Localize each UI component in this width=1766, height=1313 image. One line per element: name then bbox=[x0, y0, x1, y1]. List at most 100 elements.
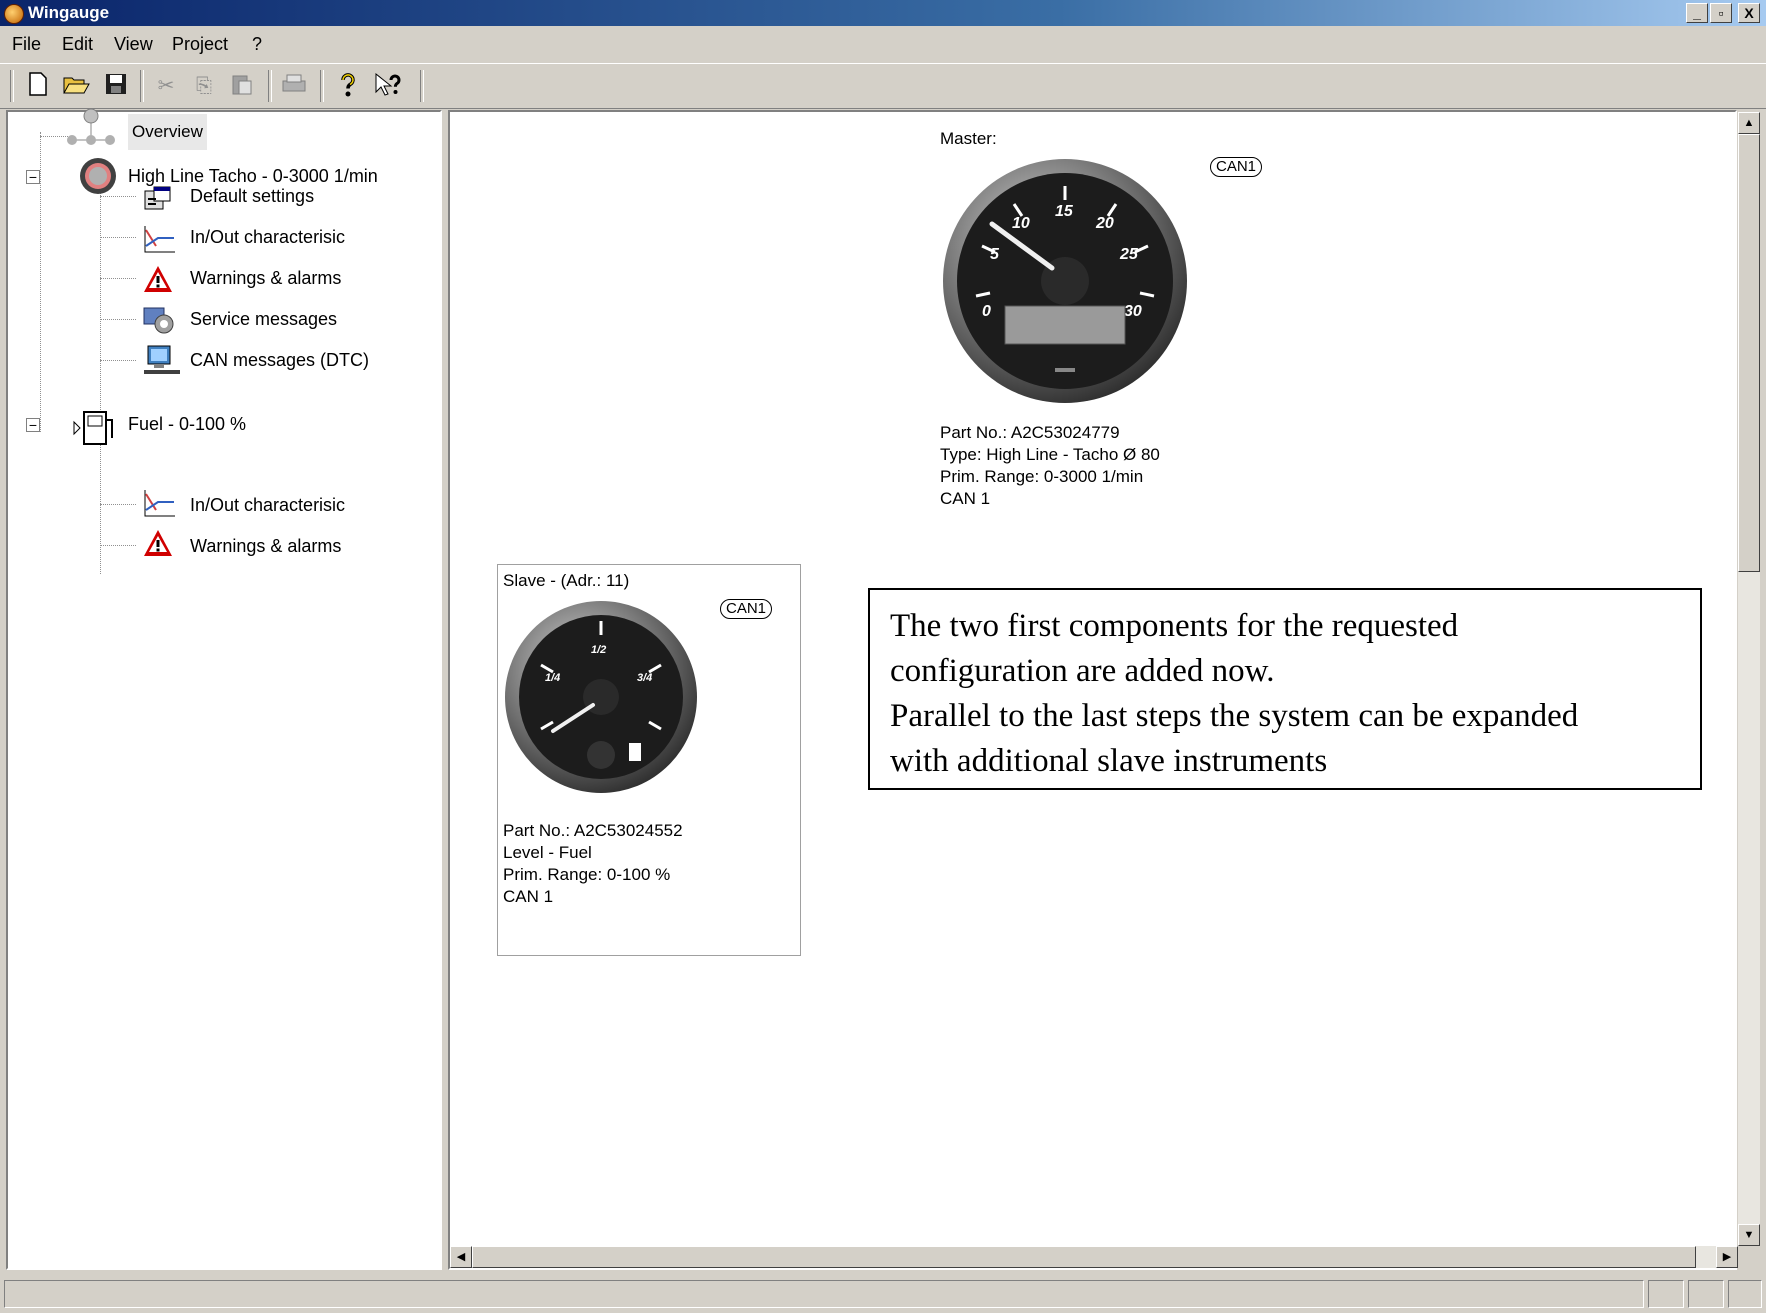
master-range: Prim. Range: 0-3000 1/min bbox=[940, 467, 1144, 486]
tacho-tick-label: 30 bbox=[1124, 303, 1142, 320]
tree-item-inout-master[interactable]: In/Out characterisic bbox=[190, 219, 345, 255]
tree-connector bbox=[100, 504, 136, 505]
tree-item-overview[interactable]: Overview bbox=[128, 114, 207, 150]
tacho-tick-label: 15 bbox=[1055, 203, 1074, 220]
app-icon[interactable] bbox=[4, 4, 24, 24]
tacho-gauge[interactable]: 0 5 10 15 20 25 30 bbox=[940, 156, 1190, 406]
context-help-icon[interactable] bbox=[372, 72, 406, 100]
save-icon[interactable] bbox=[102, 72, 130, 100]
callout-line: with additional slave instruments bbox=[890, 743, 1328, 779]
maximize-button[interactable]: ▫ bbox=[1710, 3, 1732, 23]
scroll-down-button[interactable]: ▼ bbox=[1738, 1224, 1760, 1246]
horizontal-scrollbar[interactable]: ◀ ▶ bbox=[450, 1246, 1738, 1268]
tree-connector bbox=[100, 278, 136, 279]
can-computer-icon bbox=[142, 344, 182, 374]
collapse-toggle-master[interactable]: − bbox=[26, 170, 40, 184]
menu-help[interactable]: ? bbox=[252, 34, 262, 55]
menu-bar: File Edit View Project ? bbox=[0, 28, 1766, 60]
cut-icon[interactable]: ✂ bbox=[152, 72, 180, 100]
tacho-tick-label: 0 bbox=[982, 303, 991, 320]
toolbar: ✂ ⎘ bbox=[0, 63, 1766, 109]
network-icon bbox=[64, 108, 118, 152]
tree-connector bbox=[100, 196, 136, 197]
tree-connector bbox=[100, 360, 136, 361]
close-button[interactable]: X bbox=[1738, 3, 1760, 23]
gauge-icon bbox=[78, 156, 118, 196]
tree-connector bbox=[100, 444, 101, 574]
menu-file[interactable]: File bbox=[12, 34, 41, 55]
paste-icon[interactable] bbox=[228, 72, 256, 100]
master-info: Part No.: A2C53024779 Type: High Line - … bbox=[940, 422, 1160, 510]
slave-type: Level - Fuel bbox=[503, 843, 592, 862]
new-icon[interactable] bbox=[24, 72, 52, 100]
scroll-up-button[interactable]: ▲ bbox=[1738, 112, 1760, 134]
slave-part-no: Part No.: A2C53024552 bbox=[503, 821, 683, 840]
vertical-scroll-thumb[interactable] bbox=[1738, 134, 1760, 572]
master-heading: Master: bbox=[940, 129, 997, 148]
tree-item-service-messages[interactable]: Service messages bbox=[190, 301, 337, 337]
scroll-right-button[interactable]: ▶ bbox=[1716, 1246, 1738, 1268]
tree-item-inout-slave[interactable]: In/Out characterisic bbox=[190, 487, 345, 523]
can-badge-master: CAN1 bbox=[1210, 157, 1263, 177]
tree-item-warnings-slave[interactable]: Warnings & alarms bbox=[190, 528, 341, 564]
warning-icon bbox=[142, 264, 172, 294]
callout-line: Parallel to the last steps the system ca… bbox=[890, 698, 1579, 734]
slave-can: CAN 1 bbox=[503, 887, 554, 906]
fuel-icon bbox=[72, 408, 122, 448]
tree-item-default-settings[interactable]: Default settings bbox=[190, 178, 314, 214]
tacho-tick-label: 20 bbox=[1095, 215, 1114, 232]
warning-icon bbox=[142, 528, 172, 558]
project-tree[interactable]: Overview − High Line Tacho - 0-3000 1/mi… bbox=[6, 108, 442, 1270]
callout-line: The two first components for the request… bbox=[890, 608, 1459, 644]
status-bar bbox=[0, 1272, 1766, 1313]
slave-info: Part No.: A2C53024552 Level - Fuel Prim.… bbox=[503, 820, 683, 908]
tacho-tick-label: 5 bbox=[990, 246, 1000, 263]
title-bar[interactable]: Wingauge _ ▫ X bbox=[0, 0, 1766, 26]
tree-connector bbox=[100, 237, 136, 238]
status-panel-main bbox=[4, 1280, 1644, 1308]
tree-connector bbox=[40, 132, 41, 432]
status-panel bbox=[1688, 1280, 1724, 1308]
tree-connector bbox=[100, 545, 136, 546]
master-part-no: Part No.: A2C53024779 bbox=[940, 423, 1120, 442]
window-title: Wingauge bbox=[28, 3, 110, 22]
copy-icon[interactable]: ⎘ bbox=[190, 72, 218, 100]
tacho-tick-label: 25 bbox=[1119, 246, 1139, 263]
callout-line: configuration are added now. bbox=[890, 653, 1275, 689]
status-panel bbox=[1648, 1280, 1684, 1308]
tree-connector bbox=[100, 184, 101, 410]
toolbar-separator bbox=[420, 70, 424, 102]
slave-card[interactable]: Slave - (Adr.: 11) CAN1 1/4 1/2 3/4 Part… bbox=[497, 564, 801, 956]
toolbar-separator bbox=[140, 70, 144, 102]
collapse-toggle-slave[interactable]: − bbox=[26, 418, 40, 432]
minimize-button[interactable]: _ bbox=[1686, 3, 1708, 23]
fuel-tick-label: 1/4 bbox=[545, 672, 560, 684]
menu-project[interactable]: Project bbox=[172, 34, 228, 55]
slave-range: Prim. Range: 0-100 % bbox=[503, 865, 671, 884]
status-panel bbox=[1728, 1280, 1762, 1308]
print-icon[interactable] bbox=[280, 72, 308, 100]
menu-view[interactable]: View bbox=[114, 34, 153, 55]
open-icon[interactable] bbox=[62, 72, 90, 100]
master-type: Type: High Line - Tacho Ø 80 bbox=[940, 445, 1160, 464]
tree-item-warnings-master[interactable]: Warnings & alarms bbox=[190, 260, 341, 296]
annotation-callout: The two first components for the request… bbox=[868, 588, 1702, 790]
tree-item-can-messages[interactable]: CAN messages (DTC) bbox=[190, 342, 369, 378]
tacho-tick-label: 10 bbox=[1012, 215, 1030, 232]
menu-edit[interactable]: Edit bbox=[62, 34, 93, 55]
fuel-gauge[interactable]: 1/4 1/2 3/4 bbox=[501, 597, 701, 797]
chart-icon bbox=[142, 224, 175, 254]
scroll-left-button[interactable]: ◀ bbox=[450, 1246, 472, 1268]
chart-icon bbox=[142, 488, 175, 518]
can-badge-slave: CAN1 bbox=[720, 599, 773, 619]
horizontal-scroll-thumb[interactable] bbox=[472, 1246, 1696, 1268]
service-icon bbox=[142, 304, 174, 334]
help-icon[interactable] bbox=[334, 72, 362, 100]
master-can: CAN 1 bbox=[940, 489, 991, 508]
vertical-scrollbar[interactable]: ▲ ▼ bbox=[1738, 112, 1760, 1246]
tree-item-slave[interactable]: Fuel - 0-100 % bbox=[128, 406, 246, 442]
fuel-tick-label: 3/4 bbox=[637, 672, 652, 684]
slave-heading: Slave - (Adr.: 11) bbox=[503, 571, 630, 590]
tree-connector bbox=[100, 319, 136, 320]
settings-icon bbox=[142, 184, 172, 214]
